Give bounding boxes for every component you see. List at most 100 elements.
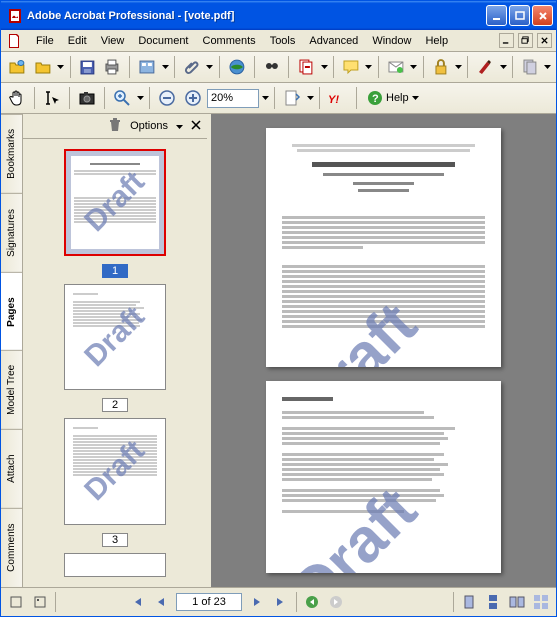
tab-signatures[interactable]: Signatures	[1, 193, 22, 272]
menu-file[interactable]: File	[29, 33, 61, 49]
page-thumbnail[interactable]: Draft	[64, 284, 166, 390]
menu-comments[interactable]: Comments	[196, 33, 263, 49]
secure-button[interactable]	[429, 56, 453, 78]
mdi-minimize-button[interactable]	[499, 33, 514, 48]
create-multiple-dropdown[interactable]	[320, 65, 328, 69]
document-page: Draft	[266, 381, 501, 573]
tab-attachments[interactable]: Attach	[1, 429, 22, 508]
continuous-facing-view-button[interactable]	[532, 593, 550, 611]
fit-page-button[interactable]	[280, 87, 304, 109]
tab-pages[interactable]: Pages	[1, 272, 22, 351]
create-pdf-button[interactable]	[31, 56, 55, 78]
comment-dropdown[interactable]	[365, 65, 373, 69]
last-page-button[interactable]	[272, 593, 290, 611]
statusbar: 1 of 23	[1, 587, 556, 616]
zoom-in-circle-button[interactable]	[181, 87, 205, 109]
toolbar-main	[1, 52, 556, 83]
secure-dropdown[interactable]	[455, 65, 463, 69]
menu-edit[interactable]: Edit	[61, 33, 94, 49]
email-button[interactable]	[225, 56, 249, 78]
zoom-in-dropdown[interactable]	[136, 96, 144, 100]
organizer-dropdown[interactable]	[161, 65, 169, 69]
create-pdf-dropdown[interactable]	[57, 65, 65, 69]
menubar: File Edit View Document Comments Tools A…	[1, 30, 556, 52]
continuous-view-button[interactable]	[484, 593, 502, 611]
save-button[interactable]	[76, 56, 99, 78]
options-dropdown-icon[interactable]	[176, 120, 183, 132]
close-button[interactable]	[532, 5, 553, 26]
attach-dropdown[interactable]	[206, 65, 214, 69]
attach-button[interactable]	[180, 56, 204, 78]
tab-comments[interactable]: Comments	[1, 508, 22, 587]
page-number-label[interactable]: 2	[102, 398, 128, 412]
page-layout-single-button[interactable]	[31, 593, 49, 611]
svg-text:Y!: Y!	[328, 94, 339, 106]
pages-panel: Options Draft 1 Draft 2 Draft	[23, 114, 211, 587]
window-title: Adobe Acrobat Professional - [vote.pdf]	[27, 10, 486, 22]
search-button[interactable]	[260, 56, 284, 78]
zoom-out-circle-button[interactable]	[155, 87, 179, 109]
zoom-in-button[interactable]	[110, 87, 134, 109]
prev-view-button[interactable]	[303, 593, 321, 611]
pages-panel-header: Options	[23, 114, 207, 139]
mdi-restore-button[interactable]	[518, 33, 533, 48]
close-panel-icon[interactable]	[191, 120, 201, 133]
tab-bookmarks[interactable]: Bookmarks	[1, 114, 22, 193]
create-from-multiple-button[interactable]	[294, 56, 318, 78]
page-number-input[interactable]: 1 of 23	[176, 593, 242, 611]
page-number-label[interactable]: 1	[102, 264, 128, 278]
tab-model-tree[interactable]: Model Tree	[1, 350, 22, 429]
sign-dropdown[interactable]	[499, 65, 507, 69]
send-review-button[interactable]	[384, 56, 408, 78]
fit-dropdown[interactable]	[306, 96, 314, 100]
comment-button[interactable]	[339, 56, 363, 78]
next-page-button[interactable]	[248, 593, 266, 611]
print-button[interactable]	[100, 56, 124, 78]
yahoo-button[interactable]: Y!	[325, 87, 351, 109]
facing-view-button[interactable]	[508, 593, 526, 611]
document-icon	[5, 32, 23, 50]
select-tool-button[interactable]	[40, 87, 64, 109]
minimize-button[interactable]	[486, 5, 507, 26]
snapshot-tool-button[interactable]	[75, 87, 99, 109]
mdi-close-button[interactable]	[537, 33, 552, 48]
document-area[interactable]: Draft Draft	[211, 114, 556, 587]
trash-icon[interactable]	[108, 118, 122, 135]
open-button[interactable]	[5, 56, 29, 78]
document-page: Draft	[266, 128, 501, 367]
svg-text:?: ?	[372, 93, 379, 105]
page-number-label[interactable]: 3	[102, 533, 128, 547]
zoom-dropdown[interactable]	[261, 96, 269, 100]
page-thumbnail[interactable]: Draft	[64, 149, 166, 256]
menu-window[interactable]: Window	[365, 33, 418, 49]
page-layout-button[interactable]	[7, 593, 25, 611]
forms-button[interactable]	[518, 56, 542, 78]
first-page-button[interactable]	[128, 593, 146, 611]
help-button[interactable]: ? Help	[362, 87, 424, 109]
organizer-button[interactable]	[135, 56, 159, 78]
menu-advanced[interactable]: Advanced	[302, 33, 365, 49]
side-tabs: Bookmarks Signatures Pages Model Tree At…	[1, 114, 23, 587]
menu-document[interactable]: Document	[131, 33, 195, 49]
app-icon	[7, 8, 23, 24]
zoom-input[interactable]: 20%	[207, 89, 259, 108]
forms-dropdown[interactable]	[544, 65, 552, 69]
toolbar-view: 20% Y! ? Help	[1, 83, 556, 114]
sign-button[interactable]	[473, 56, 497, 78]
thumbnails-list[interactable]: Draft 1 Draft 2 Draft 3	[23, 139, 207, 587]
page-thumbnail[interactable]: Draft	[64, 418, 166, 524]
hand-tool-button[interactable]	[5, 87, 29, 109]
titlebar: Adobe Acrobat Professional - [vote.pdf]	[1, 1, 556, 30]
options-label[interactable]: Options	[130, 120, 168, 132]
menu-tools[interactable]: Tools	[263, 33, 303, 49]
maximize-button[interactable]	[509, 5, 530, 26]
app-window: Adobe Acrobat Professional - [vote.pdf] …	[0, 0, 557, 617]
next-view-button[interactable]	[327, 593, 345, 611]
send-review-dropdown[interactable]	[410, 65, 418, 69]
prev-page-button[interactable]	[152, 593, 170, 611]
single-page-view-button[interactable]	[460, 593, 478, 611]
page-thumbnail[interactable]	[64, 553, 166, 577]
menu-view[interactable]: View	[94, 33, 132, 49]
menu-help[interactable]: Help	[418, 33, 455, 49]
help-label: Help	[386, 92, 409, 104]
